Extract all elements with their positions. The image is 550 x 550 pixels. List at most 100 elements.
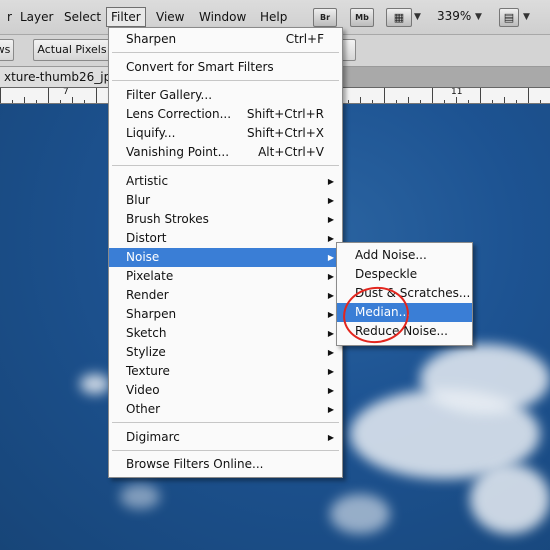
ruler-tick	[48, 88, 49, 103]
submenu-arrow-icon: ▶	[327, 253, 334, 262]
ruler-tick	[420, 100, 421, 103]
menu-item-label: Liquify...	[126, 126, 176, 140]
menu-item-blur[interactable]: Blur ▶	[109, 191, 342, 210]
menu-help[interactable]: Help	[257, 9, 290, 25]
submenu-arrow-icon: ▶	[327, 291, 334, 300]
menu-item-label: Artistic	[126, 174, 169, 188]
menu-item-vanishing-point[interactable]: Vanishing Point... Alt+Ctrl+V	[109, 143, 342, 162]
menu-item-label: Other	[126, 402, 161, 416]
ruler-tick	[24, 97, 25, 103]
menu-item-label: Render	[126, 288, 169, 302]
menu-item-digimarc[interactable]: Digimarc ▶	[109, 428, 342, 447]
menu-item-label: Stylize	[126, 345, 166, 359]
submenu-arrow-icon: ▶	[327, 348, 334, 357]
ruler-tick	[468, 100, 469, 103]
actual-pixels-button[interactable]: Actual Pixels	[33, 39, 111, 61]
document-tab[interactable]: xture-thumb26_jpg.p	[0, 67, 122, 87]
menu-edit-partial[interactable]: r	[4, 9, 15, 25]
menu-item-render[interactable]: Render ▶	[109, 286, 342, 305]
menu-item-browse-filters-online[interactable]: Browse Filters Online...	[109, 455, 342, 474]
menu-item-label: Sharpen	[126, 32, 177, 46]
bridge-button[interactable]: Br	[313, 8, 337, 27]
menu-item-label: Video	[126, 383, 160, 397]
menu-item-label: Texture	[126, 364, 170, 378]
menu-filter[interactable]: Filter	[106, 7, 146, 27]
menu-item-label: Browse Filters Online...	[126, 457, 264, 471]
ruler-tick	[60, 100, 61, 103]
ruler-tick	[408, 97, 409, 103]
chevron-down-icon[interactable]: ▼	[523, 12, 530, 22]
menu-item-texture[interactable]: Texture ▶	[109, 362, 342, 381]
menu-item-distort[interactable]: Distort ▶	[109, 229, 342, 248]
submenu-arrow-icon: ▶	[327, 433, 334, 442]
ruler-tick	[36, 100, 37, 103]
menu-view[interactable]: View	[153, 9, 187, 25]
ruler-tick	[516, 100, 517, 103]
submenu-arrow-icon: ▶	[327, 177, 334, 186]
menu-separator	[112, 80, 339, 81]
ruler-label: 11	[451, 88, 463, 97]
cloud	[120, 484, 160, 509]
mini-bridge-button[interactable]: Mb	[350, 8, 374, 27]
menu-layer[interactable]: Layer	[17, 9, 56, 25]
submenu-arrow-icon: ▶	[327, 234, 334, 243]
menu-item-artistic[interactable]: Artistic ▶	[109, 172, 342, 191]
menu-item-video[interactable]: Video ▶	[109, 381, 342, 400]
menu-item-noise[interactable]: Noise ▶	[109, 248, 342, 267]
cloud	[420, 344, 550, 414]
menu-item-lens-correction[interactable]: Lens Correction... Shift+Ctrl+R	[109, 105, 342, 124]
chevron-down-icon[interactable]: ▼	[475, 12, 482, 22]
menu-item-liquify[interactable]: Liquify... Shift+Ctrl+X	[109, 124, 342, 143]
submenu-item-despeckle[interactable]: Despeckle	[337, 265, 472, 284]
menu-item-label: Despeckle	[355, 267, 418, 281]
menu-select[interactable]: Select	[61, 9, 104, 25]
submenu-arrow-icon: ▶	[327, 272, 334, 281]
arrange-documents-icon[interactable]: ▤	[499, 8, 519, 27]
cloud	[330, 494, 390, 534]
menu-item-label: Noise	[126, 250, 160, 264]
menu-item-label: Brush Strokes	[126, 212, 209, 226]
ruler-tick	[72, 97, 73, 103]
menu-item-sharpen-last[interactable]: Sharpen Ctrl+F	[109, 30, 342, 49]
ruler-tick	[96, 88, 97, 103]
menu-item-sketch[interactable]: Sketch ▶	[109, 324, 342, 343]
menu-item-stylize[interactable]: Stylize ▶	[109, 343, 342, 362]
film-strip-icon[interactable]: ▦	[386, 8, 412, 27]
menu-separator	[112, 165, 339, 166]
menu-item-sharpen[interactable]: Sharpen ▶	[109, 305, 342, 324]
submenu-arrow-icon: ▶	[327, 367, 334, 376]
menu-item-other[interactable]: Other ▶	[109, 400, 342, 419]
shortcut-text: Alt+Ctrl+V	[258, 145, 324, 159]
menu-item-label: Filter Gallery...	[126, 88, 213, 102]
ruler-tick	[492, 100, 493, 103]
menu-item-filter-gallery[interactable]: Filter Gallery...	[109, 86, 342, 105]
shortcut-text: Shift+Ctrl+R	[246, 107, 324, 121]
menu-item-label: Vanishing Point...	[126, 145, 230, 159]
menu-separator	[112, 450, 339, 451]
cloud	[470, 464, 550, 534]
submenu-arrow-icon: ▶	[327, 405, 334, 414]
menu-item-brush-strokes[interactable]: Brush Strokes ▶	[109, 210, 342, 229]
ruler-tick	[432, 88, 433, 103]
shortcut-text: Shift+Ctrl+X	[247, 126, 324, 140]
ruler-tick	[84, 100, 85, 103]
zoom-level[interactable]: 339%	[437, 9, 471, 23]
ruler-tick	[360, 97, 361, 103]
menu-item-convert-smart-filters[interactable]: Convert for Smart Filters	[109, 58, 342, 77]
submenu-arrow-icon: ▶	[327, 310, 334, 319]
menu-item-label: Distort	[126, 231, 167, 245]
chevron-down-icon[interactable]: ▼	[414, 12, 421, 22]
menu-window[interactable]: Window	[196, 9, 249, 25]
shortcut-text: Ctrl+F	[285, 32, 324, 46]
menu-item-label: Lens Correction...	[126, 107, 232, 121]
submenu-arrow-icon: ▶	[327, 329, 334, 338]
ruler-tick	[12, 100, 13, 103]
submenu-arrow-icon: ▶	[327, 215, 334, 224]
submenu-arrow-icon: ▶	[327, 196, 334, 205]
ruler-tick	[528, 88, 529, 103]
menu-item-pixelate[interactable]: Pixelate ▶	[109, 267, 342, 286]
submenu-item-add-noise[interactable]: Add Noise...	[337, 246, 472, 265]
menu-separator	[112, 52, 339, 53]
fit-screen-button[interactable]: ws	[0, 39, 14, 61]
ruler-tick	[396, 100, 397, 103]
